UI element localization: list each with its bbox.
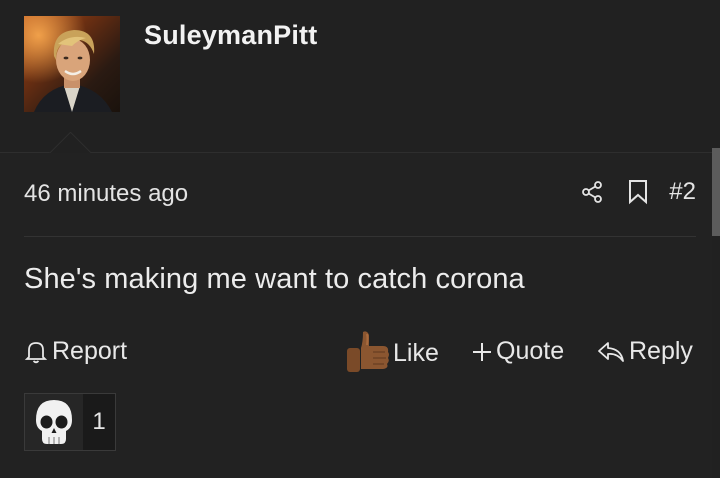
content-divider xyxy=(24,236,696,237)
quote-label: Quote xyxy=(496,337,565,365)
username[interactable]: SuleymanPitt xyxy=(144,20,317,51)
post-message: She's making me want to catch corona xyxy=(24,263,525,295)
reply-label: Reply xyxy=(629,337,693,365)
avatar[interactable] xyxy=(24,16,120,112)
thumbs-up-icon xyxy=(347,331,389,372)
report-label: Report xyxy=(52,337,128,365)
reaction-summary[interactable]: 1 xyxy=(24,393,116,451)
reply-button[interactable]: Reply xyxy=(597,337,693,366)
reaction-count: 1 xyxy=(83,394,115,450)
reply-arrow-icon xyxy=(598,341,624,362)
scrollbar[interactable] xyxy=(712,148,720,236)
report-button[interactable]: Report xyxy=(24,337,127,366)
quote-button[interactable]: Quote xyxy=(472,337,564,366)
share-icon[interactable] xyxy=(577,176,607,208)
header-divider xyxy=(0,152,720,153)
like-label: Like xyxy=(393,338,439,367)
like-button[interactable]: Like xyxy=(343,328,439,378)
forum-post: SuleymanPitt 46 minutes ago #2 She's mak… xyxy=(0,0,720,478)
avatar-pointer xyxy=(49,132,91,153)
post-tools: #2 xyxy=(577,176,696,208)
post-header: SuleymanPitt xyxy=(0,0,720,153)
bell-icon xyxy=(24,341,48,363)
post-number[interactable]: #2 xyxy=(669,178,696,206)
bookmark-icon[interactable] xyxy=(623,176,653,208)
post-timestamp[interactable]: 46 minutes ago xyxy=(24,180,188,208)
skull-icon xyxy=(25,394,83,450)
plus-icon xyxy=(473,342,491,361)
